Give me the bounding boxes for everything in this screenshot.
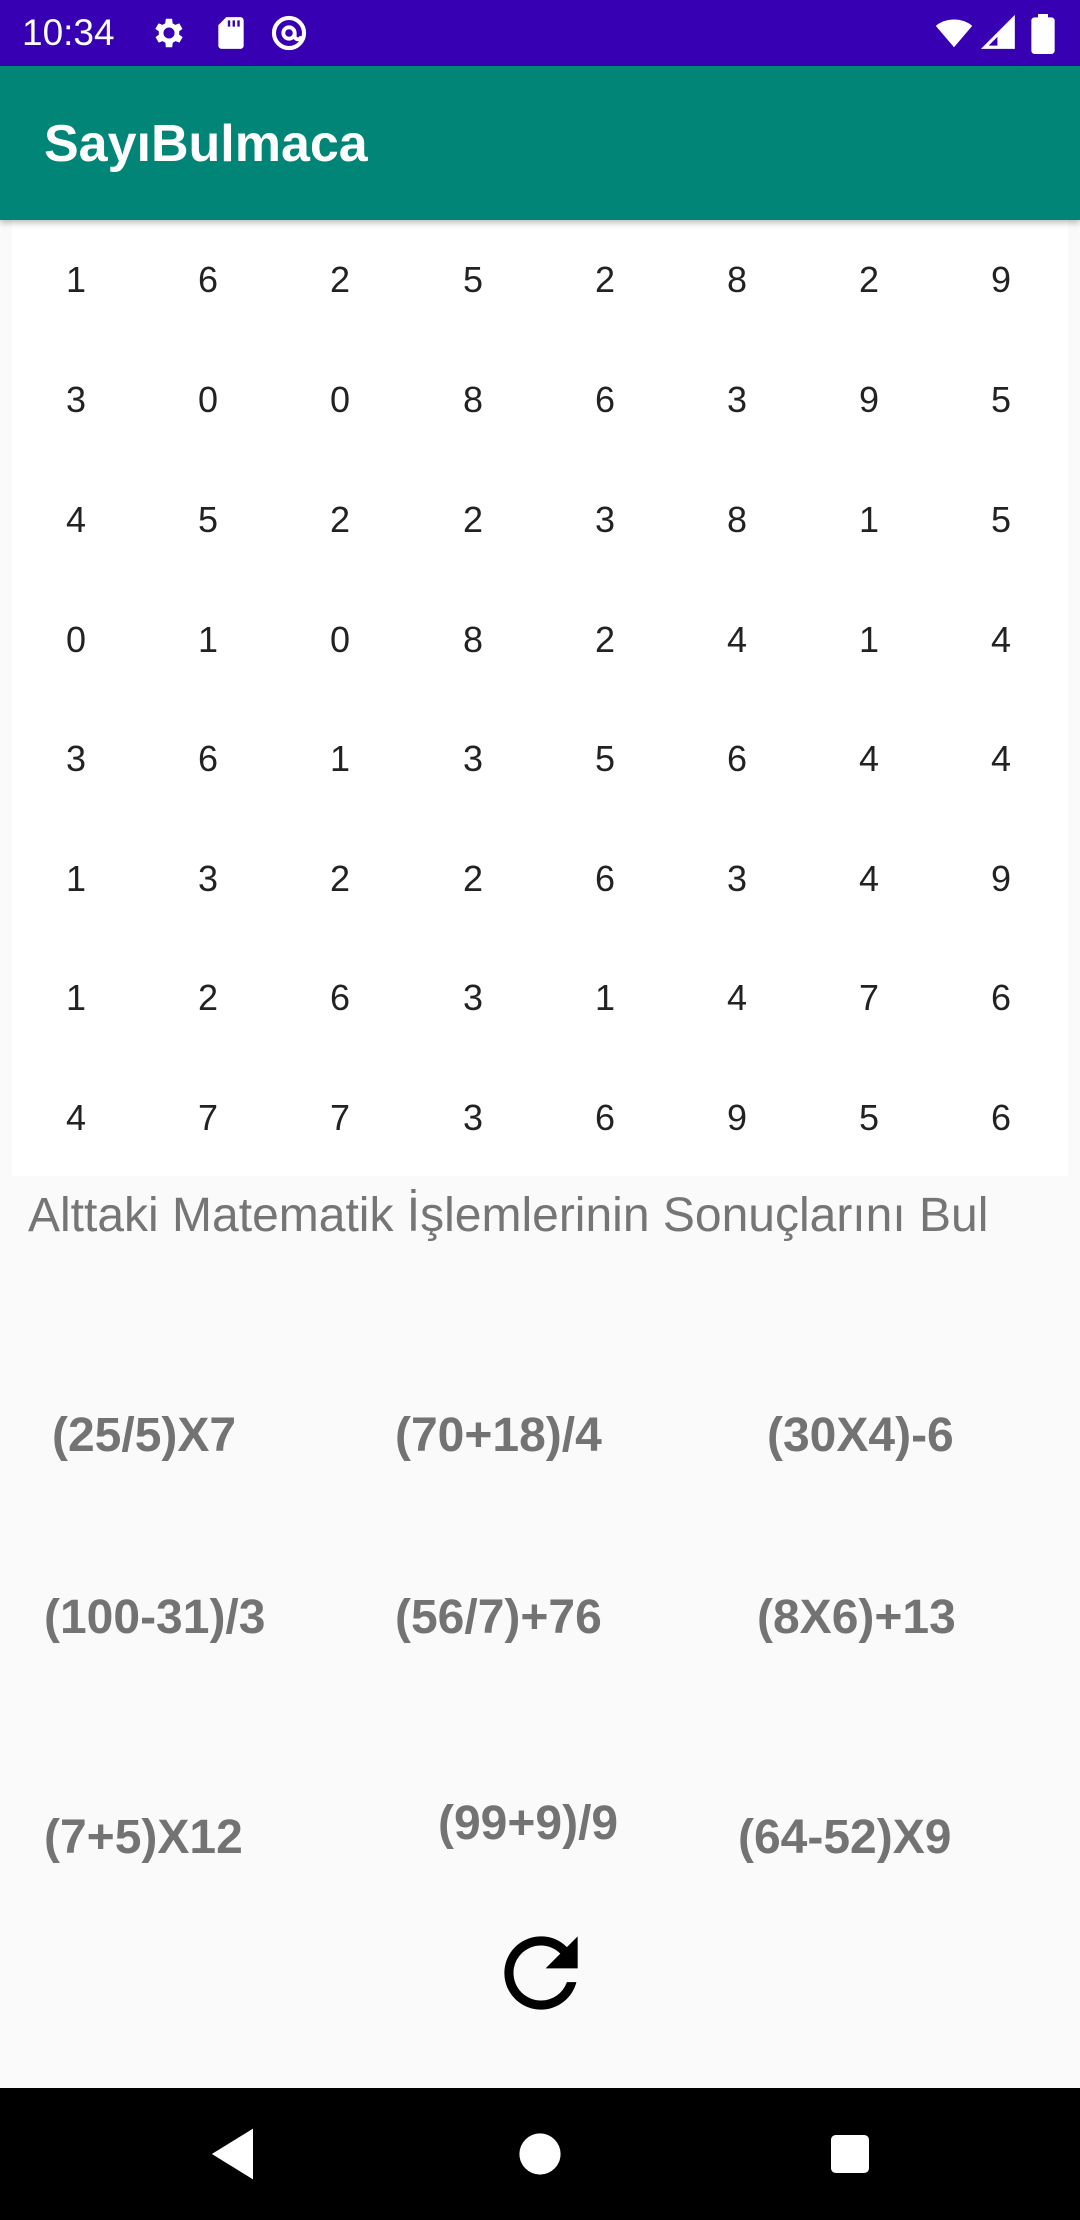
- grid-cell[interactable]: 9: [935, 260, 1067, 300]
- grid-row: 45223815: [12, 460, 1068, 580]
- grid-cell[interactable]: 3: [407, 1098, 539, 1138]
- grid-cell[interactable]: 3: [407, 978, 539, 1018]
- number-grid: 1625282930086395452238150108241436135644…: [12, 220, 1068, 1176]
- wifi-icon: [934, 14, 973, 52]
- expression-button[interactable]: (8X6)+13: [757, 1590, 956, 1646]
- grid-cell[interactable]: 1: [803, 500, 935, 540]
- grid-cell[interactable]: 5: [142, 500, 274, 540]
- grid-cell[interactable]: 4: [671, 978, 803, 1018]
- grid-cell[interactable]: 2: [274, 859, 406, 899]
- grid-row: 47736956: [12, 1058, 1068, 1178]
- expression-button[interactable]: (30X4)-6: [767, 1408, 954, 1464]
- grid-cell[interactable]: 2: [274, 260, 406, 300]
- grid-cell[interactable]: 6: [274, 978, 406, 1018]
- grid-row: 16252829: [12, 220, 1068, 340]
- expression-button[interactable]: (100-31)/3: [44, 1590, 265, 1646]
- grid-cell[interactable]: 6: [539, 859, 671, 899]
- grid-cell[interactable]: 3: [671, 859, 803, 899]
- grid-cell[interactable]: 4: [10, 500, 142, 540]
- grid-cell[interactable]: 5: [803, 1098, 935, 1138]
- grid-cell[interactable]: 3: [10, 739, 142, 779]
- status-time: 10:34: [22, 12, 115, 53]
- grid-row: 12631476: [12, 938, 1068, 1058]
- grid-row: 01082414: [12, 580, 1068, 700]
- grid-cell[interactable]: 2: [407, 859, 539, 899]
- grid-cell[interactable]: 8: [671, 260, 803, 300]
- grid-cell[interactable]: 1: [803, 620, 935, 660]
- expression-button[interactable]: (56/7)+76: [395, 1590, 602, 1646]
- grid-cell[interactable]: 2: [803, 260, 935, 300]
- grid-cell[interactable]: 4: [671, 620, 803, 660]
- home-icon[interactable]: [502, 2116, 578, 2192]
- grid-cell[interactable]: 1: [274, 739, 406, 779]
- expression-button[interactable]: (99+9)/9: [438, 1796, 618, 1852]
- grid-cell[interactable]: 7: [274, 1098, 406, 1138]
- battery-icon: [1030, 14, 1056, 54]
- grid-row: 36135644: [12, 699, 1068, 819]
- grid-cell[interactable]: 2: [407, 500, 539, 540]
- app-title: SayıBulmaca: [44, 115, 368, 173]
- grid-cell[interactable]: 0: [10, 620, 142, 660]
- grid-cell[interactable]: 4: [10, 1098, 142, 1138]
- grid-cell[interactable]: 6: [671, 739, 803, 779]
- grid-cell[interactable]: 5: [539, 739, 671, 779]
- grid-cell[interactable]: 9: [803, 380, 935, 420]
- grid-cell[interactable]: 9: [671, 1098, 803, 1138]
- grid-cell[interactable]: 3: [10, 380, 142, 420]
- grid-cell[interactable]: 5: [935, 380, 1067, 420]
- expression-button[interactable]: (25/5)X7: [52, 1408, 236, 1464]
- grid-cell[interactable]: 6: [935, 978, 1067, 1018]
- grid-cell[interactable]: 3: [407, 739, 539, 779]
- grid-cell[interactable]: 1: [539, 978, 671, 1018]
- gear-icon: [150, 14, 188, 52]
- grid-cell[interactable]: 6: [142, 260, 274, 300]
- grid-cell[interactable]: 1: [10, 978, 142, 1018]
- grid-cell[interactable]: 5: [407, 260, 539, 300]
- app-bar: SayıBulmaca: [0, 66, 1080, 220]
- refresh-icon: [504, 1936, 578, 2010]
- navigation-bar: [0, 2088, 1080, 2220]
- signal-icon: [980, 14, 1018, 52]
- grid-cell[interactable]: 5: [935, 500, 1067, 540]
- grid-cell[interactable]: 4: [935, 620, 1067, 660]
- grid-cell[interactable]: 6: [142, 739, 274, 779]
- grid-cell[interactable]: 1: [10, 260, 142, 300]
- expression-button[interactable]: (70+18)/4: [395, 1408, 602, 1464]
- grid-cell[interactable]: 2: [274, 500, 406, 540]
- grid-cell[interactable]: 8: [407, 620, 539, 660]
- grid-cell[interactable]: 3: [142, 859, 274, 899]
- grid-cell[interactable]: 6: [539, 1098, 671, 1138]
- grid-cell[interactable]: 3: [671, 380, 803, 420]
- expression-button[interactable]: (7+5)X12: [44, 1810, 243, 1866]
- expression-button[interactable]: (64-52)X9: [738, 1810, 951, 1866]
- grid-row: 13226349: [12, 819, 1068, 939]
- grid-cell[interactable]: 0: [274, 380, 406, 420]
- refresh-button[interactable]: [486, 1918, 596, 2028]
- grid-cell[interactable]: 1: [142, 620, 274, 660]
- back-icon[interactable]: [196, 2116, 272, 2192]
- at-sign-icon: [270, 14, 308, 52]
- sd-card-icon: [212, 14, 250, 52]
- grid-cell[interactable]: 3: [539, 500, 671, 540]
- grid-cell[interactable]: 6: [935, 1098, 1067, 1138]
- instruction-text: Alttaki Matematik İşlemlerinin Sonuçları…: [28, 1189, 989, 1242]
- grid-cell[interactable]: 2: [539, 260, 671, 300]
- grid-row: 30086395: [12, 340, 1068, 460]
- grid-cell[interactable]: 8: [671, 500, 803, 540]
- grid-cell[interactable]: 4: [935, 739, 1067, 779]
- grid-cell[interactable]: 9: [935, 859, 1067, 899]
- grid-cell[interactable]: 0: [142, 380, 274, 420]
- status-bar: 10:34: [0, 0, 1080, 66]
- grid-cell[interactable]: 6: [539, 380, 671, 420]
- grid-cell[interactable]: 4: [803, 859, 935, 899]
- grid-cell[interactable]: 4: [803, 739, 935, 779]
- grid-cell[interactable]: 7: [803, 978, 935, 1018]
- grid-cell[interactable]: 1: [10, 859, 142, 899]
- recents-icon[interactable]: [812, 2116, 888, 2192]
- grid-cell[interactable]: 7: [142, 1098, 274, 1138]
- grid-cell[interactable]: 2: [142, 978, 274, 1018]
- grid-cell[interactable]: 2: [539, 620, 671, 660]
- grid-cell[interactable]: 8: [407, 380, 539, 420]
- grid-cell[interactable]: 0: [274, 620, 406, 660]
